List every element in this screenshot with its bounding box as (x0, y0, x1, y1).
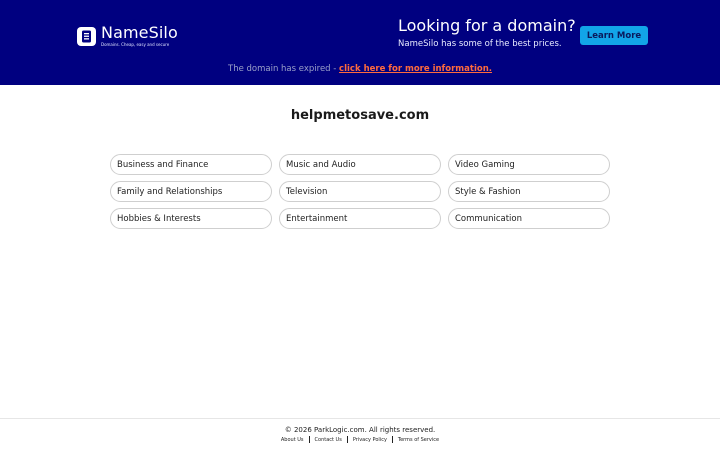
namesilo-logo[interactable]: NameSilo Domains. Cheap, easy and secure (77, 25, 178, 47)
header-banner: NameSilo Domains. Cheap, easy and secure… (0, 0, 720, 85)
category-link[interactable]: Hobbies & Interests (110, 208, 272, 229)
footer-link-contact[interactable]: Contact Us (315, 437, 342, 443)
footer-divider (0, 418, 720, 419)
namesilo-logo-icon (77, 26, 96, 46)
footer-separator (308, 436, 310, 443)
promo-subtitle: NameSilo has some of the best prices. (398, 39, 562, 49)
category-link[interactable]: Television (279, 181, 441, 202)
footer-link-privacy[interactable]: Privacy Policy (353, 437, 387, 443)
learn-more-button[interactable]: Learn More (580, 26, 648, 45)
copyright-text: © 2026 ParkLogic.com. All rights reserve… (284, 426, 436, 434)
category-link[interactable]: Style & Fashion (448, 181, 610, 202)
logo-name: NameSilo (101, 23, 178, 42)
footer-links: About Us Contact Us Privacy Policy Terms… (0, 436, 720, 443)
footer-separator (391, 436, 393, 443)
expired-notice: The domain has expired - click here for … (0, 64, 720, 74)
footer-separator (346, 436, 348, 443)
footer-link-terms[interactable]: Terms of Service (398, 437, 439, 443)
category-link[interactable]: Family and Relationships (110, 181, 272, 202)
category-link[interactable]: Business and Finance (110, 154, 272, 175)
promo-block: Looking for a domain? NameSilo has some … (398, 16, 576, 49)
category-link[interactable]: Music and Audio (279, 154, 441, 175)
category-link[interactable]: Video Gaming (448, 154, 610, 175)
logo-tagline: Domains. Cheap, easy and secure (101, 42, 170, 47)
footer-link-about[interactable]: About Us (281, 437, 304, 443)
category-link[interactable]: Entertainment (279, 208, 441, 229)
domain-title: helpmetosave.com (290, 108, 430, 123)
category-grid: Business and Finance Music and Audio Vid… (110, 154, 610, 229)
category-link[interactable]: Communication (448, 208, 610, 229)
promo-title: Looking for a domain? (398, 16, 576, 35)
expired-text: The domain has expired - (228, 64, 340, 74)
more-info-link[interactable]: click here for more information. (339, 64, 492, 74)
